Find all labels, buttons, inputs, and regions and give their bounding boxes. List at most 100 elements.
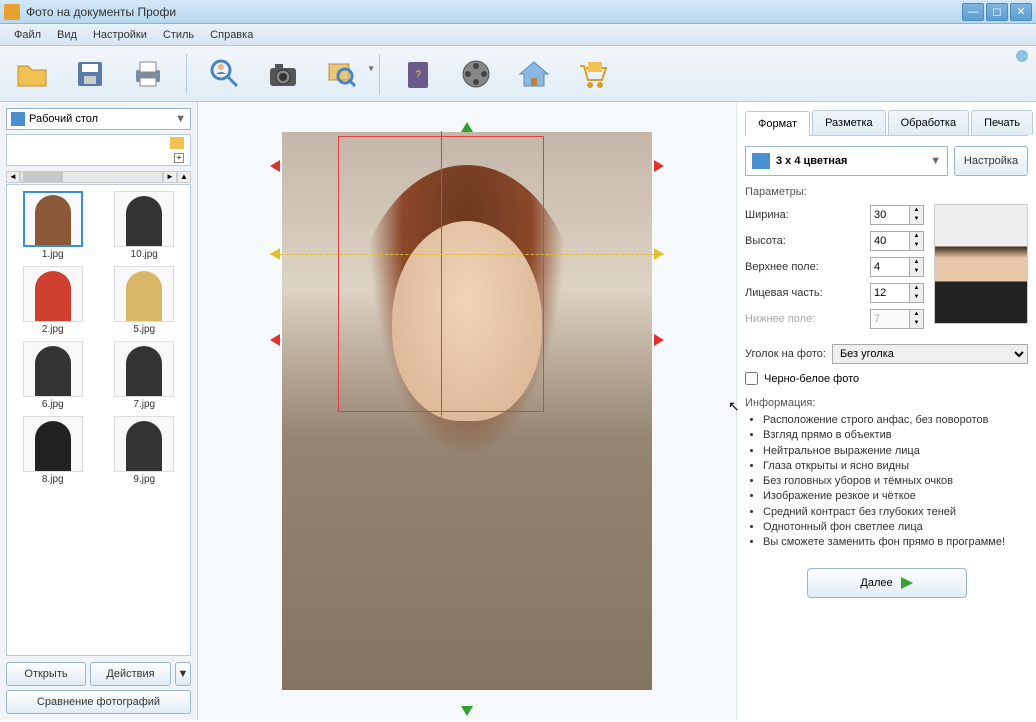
app-icon [4,4,20,20]
photo-canvas[interactable] [282,132,652,690]
folder-label: Рабочий стол [29,113,98,125]
add-icon[interactable]: + [174,153,184,163]
height-spinner[interactable]: ▲▼ [870,231,924,251]
height-label: Высота: [745,235,870,247]
thumbnail[interactable]: 7.jpg [105,341,185,410]
cart-icon[interactable] [568,50,616,98]
help-book-icon[interactable]: ? [394,50,442,98]
folder-select[interactable]: Рабочий стол ▼ [6,108,191,130]
tab-print[interactable]: Печать [971,110,1033,135]
arrow-right-icon [901,577,913,589]
toolbar: ▼ ? [0,46,1036,102]
open-folder-icon[interactable] [8,50,56,98]
magnifier-icon[interactable]: ▼ [317,50,365,98]
thumbnail[interactable]: 2.jpg [13,266,93,335]
print-icon[interactable] [124,50,172,98]
thumbnail[interactable]: 1.jpg [13,191,93,260]
chevron-down-icon: ▼ [930,155,941,167]
tab-format[interactable]: Формат [745,111,810,136]
thumb-label: 2.jpg [13,324,93,335]
thumbnail[interactable]: 6.jpg [13,341,93,410]
thumbnail[interactable]: 9.jpg [105,416,185,485]
bw-label: Черно-белое фото [764,373,859,385]
thumbnail-list: 1.jpg 10.jpg 2.jpg 5.jpg 6.jpg 7.jpg 8.jpg 9.jp… [6,184,191,656]
camera-icon[interactable] [259,50,307,98]
bottom-spinner: ▲▼ [870,309,924,329]
save-icon[interactable] [66,50,114,98]
open-button[interactable]: Открыть [6,662,86,686]
maximize-button[interactable]: ◻ [986,3,1008,21]
home-icon[interactable] [510,50,558,98]
params-label: Параметры: [745,186,1028,198]
folder-icon[interactable] [170,137,184,149]
tab-processing[interactable]: Обработка [888,110,969,135]
window-title: Фото на документы Профи [26,5,962,19]
eye-guide-line [270,254,664,255]
thumb-label: 6.jpg [13,399,93,410]
mini-scrollbar[interactable]: ◄►▲ [6,170,191,184]
width-label: Ширина: [745,209,870,221]
marker-left-3[interactable] [264,334,280,346]
info-label: Информация: [745,397,1028,409]
info-item: Средний контраст без глубоких теней [763,505,1028,519]
marker-left-1[interactable] [264,160,280,172]
folder-toolbar: + [6,134,191,166]
info-item: Нейтральное выражение лица [763,444,1028,458]
info-item: Изображение резкое и чёткое [763,489,1028,503]
menubar: Файл Вид Настройки Стиль Справка [0,24,1036,46]
info-item: Расположение строго анфас, без поворотов [763,413,1028,427]
menu-file[interactable]: Файл [6,27,49,43]
actions-dropdown[interactable]: ▼ [175,662,191,686]
compare-button[interactable]: Сравнение фотографий [6,690,191,714]
menu-settings[interactable]: Настройки [85,27,155,43]
next-button[interactable]: Далее [807,568,967,598]
top-spinner[interactable]: ▲▼ [870,257,924,277]
next-label: Далее [860,577,892,589]
minimize-button[interactable]: — [962,3,984,21]
crop-rectangle[interactable] [338,136,544,412]
left-panel: Рабочий стол ▼ + ◄►▲ 1.jpg 10.jpg 2.jpg 5.j… [0,102,198,720]
thumb-label: 10.jpg [105,249,185,260]
top-marker[interactable] [461,116,473,132]
menu-help[interactable]: Справка [202,27,261,43]
face-spinner[interactable]: ▲▼ [870,283,924,303]
info-item: Однотонный фон светлее лица [763,520,1028,534]
thumbnail[interactable]: 5.jpg [105,266,185,335]
menu-style[interactable]: Стиль [155,27,202,43]
canvas-area [198,102,736,720]
menu-view[interactable]: Вид [49,27,85,43]
thumbnail[interactable]: 8.jpg [13,416,93,485]
format-icon [752,153,770,169]
zoom-person-icon[interactable] [201,50,249,98]
tab-markup[interactable]: Разметка [812,110,886,135]
chevron-down-icon: ▼ [175,113,186,125]
bw-checkbox[interactable] [745,372,758,385]
thumb-label: 5.jpg [105,324,185,335]
actions-button[interactable]: Действия [90,662,171,686]
settings-button[interactable]: Настройка [954,146,1028,176]
corner-label: Уголок на фото: [745,348,826,360]
marker-right-2[interactable] [654,248,670,260]
marker-right-3[interactable] [654,334,670,346]
format-select[interactable]: 3 x 4 цветная ▼ [745,146,948,176]
corner-select[interactable]: Без уголка [832,344,1028,364]
desktop-icon [11,112,25,126]
film-reel-icon[interactable] [452,50,500,98]
info-item: Глаза открыты и ясно видны [763,459,1028,473]
width-spinner[interactable]: ▲▼ [870,205,924,225]
thumb-label: 1.jpg [13,249,93,260]
info-list: Расположение строго анфас, без поворотов… [745,413,1028,550]
thumbnail[interactable]: 10.jpg [105,191,185,260]
thumb-label: 8.jpg [13,474,93,485]
close-button[interactable]: ✕ [1010,3,1032,21]
right-panel: Формат Разметка Обработка Печать 3 x 4 ц… [736,102,1036,720]
toolbar-close-icon[interactable] [1016,50,1028,62]
marker-right-1[interactable] [654,160,670,172]
info-item: Вы сможете заменить фон прямо в программ… [763,535,1028,549]
marker-left-2[interactable] [264,248,280,260]
top-label: Верхнее поле: [745,261,870,273]
info-item: Взгляд прямо в объектив [763,428,1028,442]
thumb-label: 7.jpg [105,399,185,410]
tabs: Формат Разметка Обработка Печать [745,110,1028,136]
bottom-label: Нижнее поле: [745,313,870,325]
